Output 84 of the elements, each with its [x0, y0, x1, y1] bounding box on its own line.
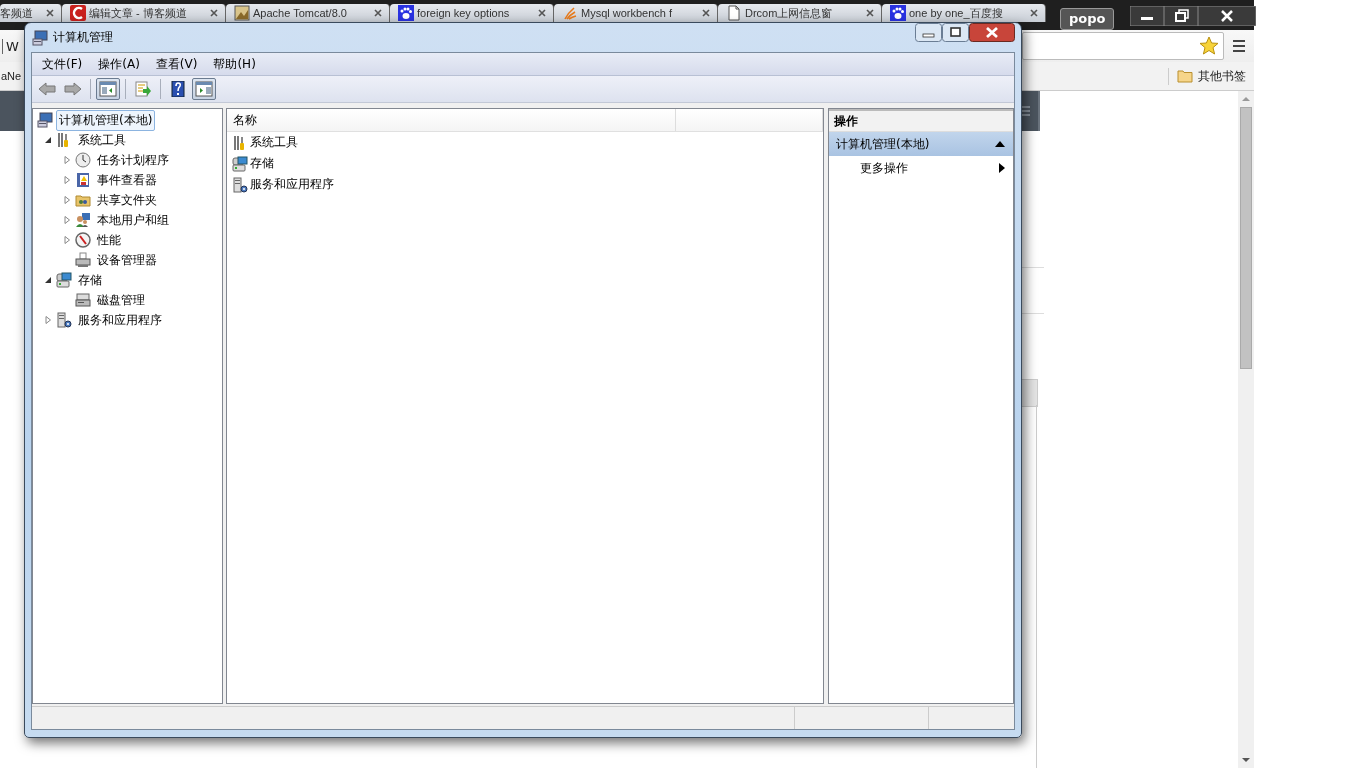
folder-icon	[1177, 69, 1193, 83]
browser-tab[interactable]: 客频道	[0, 4, 62, 22]
tree-item[interactable]: 本地用户和组	[94, 209, 172, 231]
restore-icon[interactable]	[1164, 6, 1199, 26]
menu-icon[interactable]	[1232, 39, 1246, 53]
list-item[interactable]: 服务和应用程序	[250, 176, 334, 193]
storage-icon	[56, 272, 72, 288]
users-icon	[75, 212, 91, 228]
star-icon[interactable]	[1199, 36, 1219, 56]
back-arrow-icon	[38, 81, 56, 97]
tree-item[interactable]: 计算机管理(本地)	[56, 109, 156, 131]
pane-left-icon	[99, 81, 117, 97]
site-logo-icon	[70, 5, 86, 21]
other-bookmarks-button[interactable]: 其他书签	[1168, 67, 1246, 85]
storage-icon	[232, 155, 248, 172]
pane-title: 操作	[829, 109, 1013, 132]
menu-item[interactable]: 帮助(H)	[205, 55, 264, 73]
maximize-icon[interactable]	[942, 23, 969, 42]
close-icon[interactable]	[1029, 8, 1039, 18]
browser-tab[interactable]: foreign key options	[390, 4, 554, 22]
gauge-icon	[75, 232, 91, 248]
forward-arrow-icon	[64, 81, 82, 97]
collapsed-triangle-icon[interactable]	[63, 176, 71, 184]
bookmark-link[interactable]: aNe	[0, 70, 22, 82]
paw-icon	[890, 5, 906, 21]
close-icon[interactable]	[373, 8, 383, 18]
address-text[interactable]: W	[2, 38, 19, 54]
flame-icon	[562, 5, 578, 21]
minimize-icon[interactable]	[1130, 6, 1165, 26]
browser-tab[interactable]: Mysql workbench f	[554, 4, 718, 22]
menu-item[interactable]: 文件(F)	[34, 55, 91, 73]
close-icon[interactable]	[45, 8, 55, 18]
collapsed-triangle-icon[interactable]	[63, 156, 71, 164]
list-item[interactable]: 存储	[250, 155, 274, 172]
collapsed-triangle-icon[interactable]	[63, 216, 71, 224]
menu-item[interactable]: 查看(V)	[147, 55, 206, 73]
list-item[interactable]: 系统工具	[250, 134, 298, 151]
close-icon[interactable]	[1198, 6, 1257, 26]
browser-tab[interactable]: one by one_百度搜	[882, 4, 1046, 22]
paw-icon	[398, 5, 414, 21]
browser-tab[interactable]: 编辑文章 - 博客频道	[62, 4, 226, 22]
printer-icon	[75, 252, 91, 268]
expanded-triangle-icon[interactable]	[44, 276, 52, 284]
collapsed-triangle-icon[interactable]	[44, 316, 52, 324]
window-title: 计算机管理	[53, 29, 114, 46]
log-icon	[75, 172, 91, 188]
close-icon[interactable]	[969, 23, 1015, 42]
collapse-arrow-icon	[995, 141, 1005, 147]
scroll-down-arrow-icon[interactable]	[1241, 756, 1251, 764]
collapsed-triangle-icon[interactable]	[63, 196, 71, 204]
server-gear-icon	[56, 312, 72, 328]
tree-item[interactable]: 事件查看器	[94, 169, 160, 191]
tree-item[interactable]: 设备管理器	[94, 249, 160, 271]
browser-tab[interactable]: Drcom上网信息窗	[718, 4, 882, 22]
shared-folder-icon	[75, 192, 91, 208]
collapsed-triangle-icon[interactable]	[63, 236, 71, 244]
page-icon	[726, 5, 742, 21]
image-icon	[234, 5, 250, 21]
action-section-header[interactable]: 计算机管理(本地)	[829, 132, 1013, 156]
server-gear-icon	[232, 176, 248, 193]
computer-icon	[32, 29, 48, 46]
close-icon[interactable]	[209, 8, 219, 18]
tree-item[interactable]: 存储	[75, 269, 105, 291]
export-list-icon	[134, 81, 152, 97]
tree-item[interactable]: 共享文件夹	[94, 189, 160, 211]
close-icon[interactable]	[537, 8, 547, 18]
menu-item[interactable]: 操作(A)	[90, 55, 148, 73]
clock-icon	[75, 152, 91, 168]
help-icon	[169, 81, 187, 97]
expanded-triangle-icon[interactable]	[44, 136, 52, 144]
close-icon[interactable]	[701, 8, 711, 18]
close-icon[interactable]	[865, 8, 875, 18]
tree-item[interactable]: 性能	[94, 229, 124, 251]
action-item[interactable]: 更多操作	[829, 156, 1013, 180]
tree-item[interactable]: 系统工具	[75, 129, 129, 151]
disk-drive-icon	[75, 292, 91, 308]
computer-icon	[37, 112, 53, 128]
tree-item[interactable]: 服务和应用程序	[75, 309, 165, 331]
browser-tab[interactable]: Apache Tomcat/8.0	[226, 4, 390, 22]
scrollbar[interactable]	[1238, 91, 1254, 768]
tree-item[interactable]: 任务计划程序	[94, 149, 172, 171]
profile-button[interactable]: popo	[1060, 8, 1115, 30]
pane-right-icon	[195, 81, 213, 97]
tree-item[interactable]: 磁盘管理	[94, 289, 148, 311]
